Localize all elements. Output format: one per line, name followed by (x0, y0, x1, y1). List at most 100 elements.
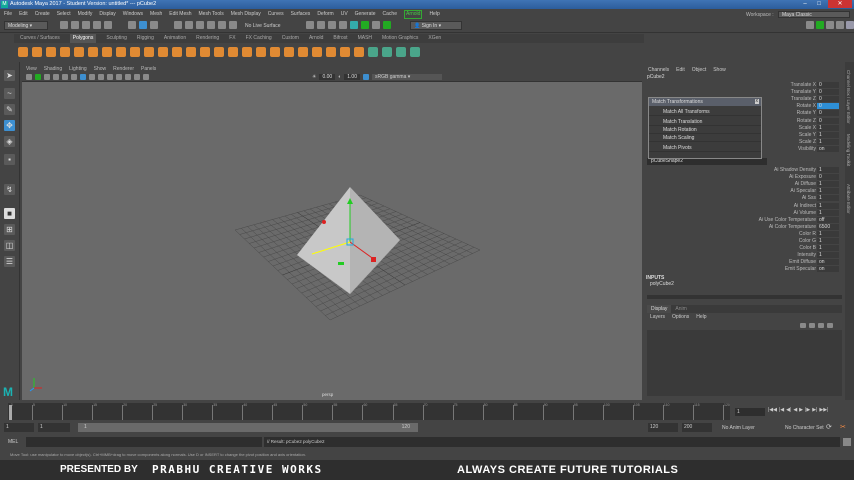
poly-pyramid-icon[interactable] (102, 46, 112, 57)
channel-label[interactable]: Scale Y (799, 132, 816, 139)
playback-button[interactable]: ▶ (799, 407, 803, 413)
shelf-tab-fx-caching[interactable]: FX Caching (246, 34, 272, 43)
channel-label[interactable]: Color G (799, 238, 816, 245)
poly-sphere-icon[interactable] (18, 46, 28, 57)
snap-surface-icon[interactable] (218, 21, 226, 29)
panel-menu-renderer[interactable]: Renderer (113, 66, 134, 73)
channel-value[interactable]: 1 (817, 202, 839, 209)
channel-value[interactable]: 6500 (817, 223, 839, 230)
color-management-icon[interactable] (362, 74, 369, 80)
four-view-icon[interactable]: ⊞ (4, 224, 15, 235)
channel-value[interactable]: 0 (817, 103, 839, 110)
poly-text-icon[interactable] (130, 46, 140, 57)
playback-start-field[interactable]: 1 (38, 423, 70, 432)
image-plane-icon[interactable] (53, 74, 59, 80)
viewport[interactable]: persp (22, 82, 642, 400)
menu-file[interactable]: File (4, 9, 12, 19)
input-node[interactable]: polyCube2 (650, 281, 674, 287)
panel-menu-shading[interactable]: Shading (44, 66, 62, 73)
menu-edit-mesh[interactable]: Edit Mesh (169, 9, 191, 19)
menu-item-match-scaling[interactable]: Match Scaling (649, 134, 761, 142)
select-tool-icon[interactable]: ➤ (4, 70, 15, 81)
ao-icon[interactable] (125, 74, 131, 80)
channel-label[interactable]: Translate X (791, 82, 816, 89)
move-layer-up-icon[interactable] (800, 323, 806, 328)
panel-menu-view[interactable]: View (26, 66, 37, 73)
channel-value[interactable]: 0 (817, 89, 839, 96)
planar-uv-icon[interactable] (368, 46, 378, 57)
channel-value[interactable]: 1 (817, 167, 839, 173)
mirror-icon[interactable] (340, 46, 350, 57)
move-layer-down-icon[interactable] (809, 323, 815, 328)
colorspace-dropdown[interactable]: sRGB gamma ▾ (371, 74, 442, 80)
new-scene-icon[interactable] (60, 21, 68, 29)
channel-label[interactable]: Color R (799, 231, 816, 238)
channel-value[interactable]: 1 (817, 181, 839, 188)
tab-display[interactable]: Display (647, 305, 672, 313)
range-slider[interactable]: 1 120 (78, 423, 418, 432)
quad-draw-icon[interactable] (354, 46, 364, 57)
hypershade-icon[interactable] (339, 21, 347, 29)
channel-label[interactable]: Ai Color Temperature (769, 224, 816, 231)
channel-label[interactable]: Intensity (797, 252, 816, 259)
isolate-icon[interactable] (134, 74, 140, 80)
menu-windows[interactable]: Windows (123, 9, 143, 19)
single-view-icon[interactable]: ■ (4, 208, 15, 219)
playback-end-field[interactable]: 120 (648, 423, 678, 432)
menu-help[interactable]: Help (429, 9, 439, 19)
channel-value[interactable]: 1 (817, 245, 839, 252)
two-view-icon[interactable]: ◫ (4, 240, 15, 251)
x-arrow-icon[interactable] (371, 257, 376, 262)
target-weld-icon[interactable] (270, 46, 280, 57)
tab-channel-box[interactable]: Channel Box / Layer Editor (846, 70, 851, 124)
channel-value[interactable]: 1 (817, 124, 839, 131)
render-settings-icon[interactable] (328, 21, 336, 29)
plane-handle[interactable] (338, 262, 344, 265)
playback-button[interactable]: ◀ (793, 407, 797, 413)
shelf-tab-rendering[interactable]: Rendering (196, 34, 219, 43)
insert-edge-loop-icon[interactable] (284, 46, 294, 57)
channel-label[interactable]: Translate Y (791, 89, 816, 96)
channel-menu-channels[interactable]: Channels (648, 67, 669, 73)
shelf-tab-arnold[interactable]: Arnold (309, 34, 323, 43)
channel-value[interactable]: 1 (817, 195, 839, 202)
modeling-toolkit-icon[interactable] (372, 21, 380, 29)
render-frame-icon[interactable] (306, 21, 314, 29)
shelf-tab-rigging[interactable]: Rigging (137, 34, 154, 43)
channel-label[interactable]: Scale Z (799, 139, 816, 146)
spherical-uv-icon[interactable] (396, 46, 406, 57)
poly-pipe-icon[interactable] (116, 46, 126, 57)
tool-settings-icon[interactable] (826, 21, 834, 29)
menu-layers[interactable]: Layers (650, 314, 665, 320)
snap-point-icon[interactable] (196, 21, 204, 29)
lights-icon[interactable] (107, 74, 113, 80)
menu-item-match-rotation[interactable]: Match Rotation (649, 126, 761, 134)
channel-value[interactable]: off (817, 216, 839, 223)
scale-tool-icon[interactable]: ▪ (4, 154, 15, 165)
offset-edge-loop-icon[interactable] (298, 46, 308, 57)
shadows-icon[interactable] (116, 74, 122, 80)
channel-label[interactable]: Ai Exposure (789, 174, 816, 181)
multi-cut-icon[interactable] (256, 46, 266, 57)
extract-icon[interactable] (200, 46, 210, 57)
time-slider[interactable]: 1510152025303540455055606570758085909510… (8, 403, 730, 420)
user-icon[interactable] (846, 21, 854, 29)
anim-layer-dropdown[interactable]: No Anim Layer (722, 425, 755, 431)
mel-label[interactable]: MEL (8, 439, 18, 445)
camera-attrs-icon[interactable] (35, 74, 41, 80)
select-component-icon[interactable] (150, 21, 158, 29)
minimize-button[interactable]: – (798, 0, 812, 8)
shelf-tab-curves-surfaces[interactable]: Curves / Surfaces (20, 34, 60, 43)
command-input[interactable] (26, 437, 262, 447)
outliner-icon[interactable] (806, 21, 814, 29)
channel-value[interactable]: 1 (817, 238, 839, 244)
channel-menu-show[interactable]: Show (713, 67, 726, 73)
channel-label[interactable]: Color B (799, 245, 816, 252)
redo-icon[interactable] (104, 21, 112, 29)
xray-icon[interactable] (143, 74, 149, 80)
panel-menu-show[interactable]: Show (94, 66, 107, 73)
menu-mesh-display[interactable]: Mesh Display (231, 9, 261, 19)
new-layer-icon[interactable] (818, 323, 824, 328)
select-object-icon[interactable] (139, 21, 147, 29)
channel-label[interactable]: Rotate X (797, 103, 816, 110)
